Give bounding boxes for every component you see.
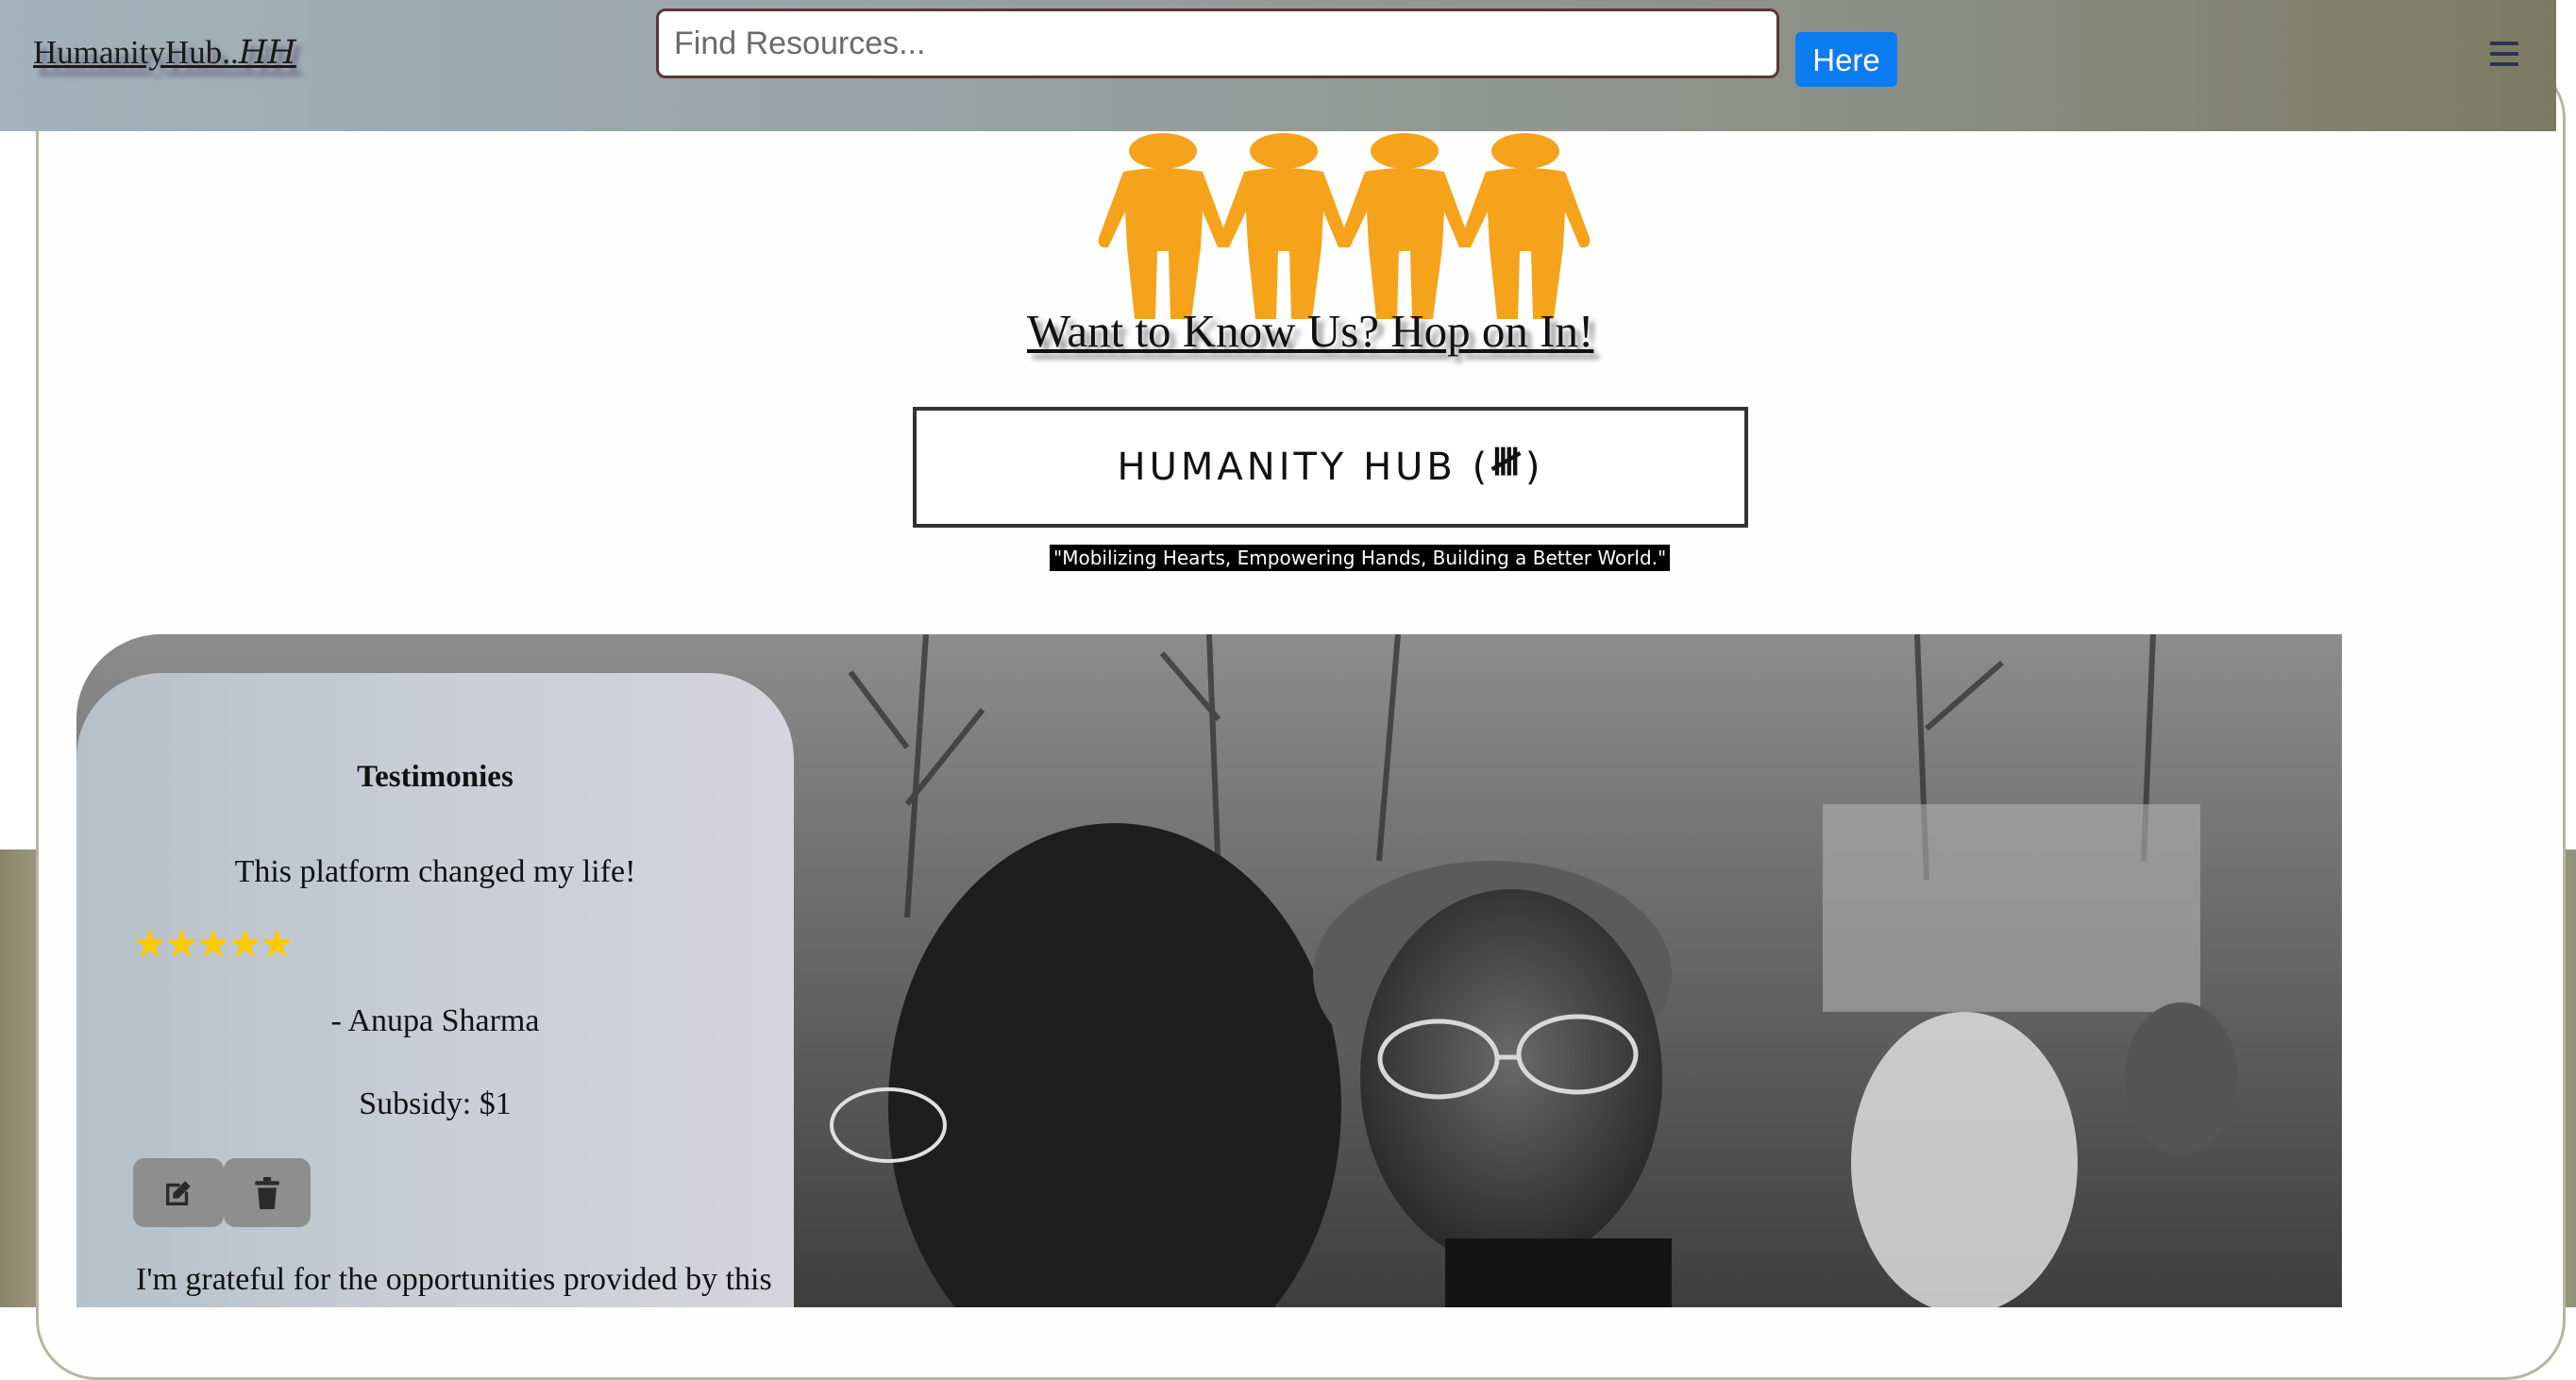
slogan-text: "Mobilizing Hearts, Empowering Hands, Bu… [1050, 545, 1671, 571]
site-title-text: HUMANITY HUB ( [1117, 446, 1491, 489]
testimonial-author: - Anupa Sharma [330, 1003, 540, 1038]
subsidy-amount: Subsidy: $1 [359, 1086, 512, 1121]
testimonials-card: Testimonies This platform changed my lif… [76, 673, 794, 1307]
people-holding-hands-icon [1098, 133, 1591, 319]
search-here-button[interactable]: Here [1795, 32, 1897, 87]
search-input[interactable] [656, 8, 1779, 78]
about-us-link[interactable]: Want to Know Us? Hop on In! [1027, 304, 1593, 358]
testimonials-heading: Testimonies [357, 760, 514, 794]
hamburger-menu-icon[interactable] [2490, 42, 2518, 66]
brand-logo-link[interactable]: HumanityHub..HH [33, 34, 296, 72]
star-rating: ★★★★★ [132, 923, 295, 967]
trash-icon [255, 1176, 279, 1209]
brand-suffix: HH [238, 34, 296, 72]
top-navbar: HumanityHub..HH Here [0, 0, 2556, 131]
site-title-box: HUMANITY HUB (𝍸) [913, 407, 1748, 528]
tally-logo: 𝍸 [1490, 441, 1525, 484]
testimonial-quote: This platform changed my life! [234, 854, 636, 889]
edit-icon [165, 1180, 191, 1205]
edit-testimonial-button[interactable] [133, 1158, 224, 1227]
site-title-close: ) [1524, 446, 1544, 489]
brand-name: HumanityHub.. [33, 34, 239, 71]
delete-testimonial-button[interactable] [224, 1158, 311, 1227]
testimonial-quote-2: I'm grateful for the opportunities provi… [136, 1262, 772, 1297]
